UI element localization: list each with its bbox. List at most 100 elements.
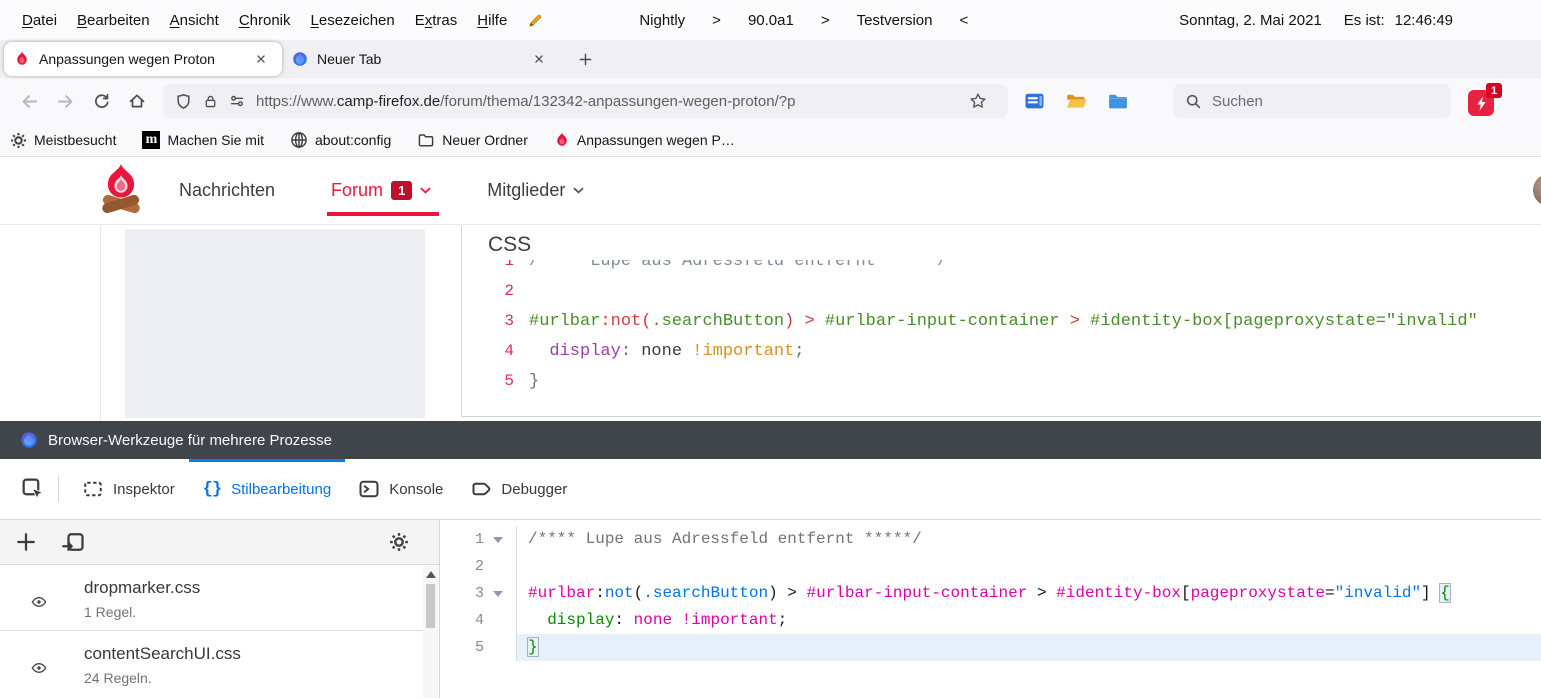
menubar-item-datei[interactable]: Datei (12, 8, 67, 33)
line-number: 1 (440, 526, 484, 553)
tab-close-icon[interactable] (250, 48, 272, 70)
stylesheet-list: dropmarker.css1 Regel.contentSearchUI.cs… (0, 565, 439, 696)
menubar-clock: Sonntag, 2. Mai 2021 Es ist: 12:46:49 (1179, 12, 1453, 29)
chevron-down-icon (573, 187, 584, 195)
menubar-status-item[interactable]: Testversion (857, 12, 933, 29)
time-text: 12:46:49 (1395, 12, 1453, 29)
downloads-bolt-button[interactable]: 1 (1468, 87, 1496, 115)
campfire-logo[interactable] (95, 163, 147, 221)
line-number: 3 (440, 580, 484, 607)
menubar-status-item[interactable]: > (712, 12, 721, 29)
devtools-tab-debugger[interactable]: Debugger (457, 459, 581, 519)
back-button[interactable] (12, 85, 46, 117)
forum-nav-forum[interactable]: Forum1 (331, 157, 431, 225)
url-text[interactable]: https://www.camp-firefox.de/forum/thema/… (256, 93, 963, 110)
forum-nav-mitglieder[interactable]: Mitglieder (487, 157, 584, 225)
tab-close-icon[interactable] (528, 48, 550, 70)
line-number: 3 (488, 306, 514, 336)
bookmark-label: Machen Sie mit (167, 132, 263, 148)
line-number: 5 (440, 634, 484, 661)
menubar-item-lesezeichen[interactable]: Lesezeichen (301, 8, 405, 33)
avatar[interactable] (1533, 174, 1541, 206)
options-gear-icon[interactable] (389, 532, 409, 552)
flame-icon (554, 132, 570, 148)
nav-label: Mitglieder (487, 180, 565, 201)
css-code-block: CSS 1/**** Lupe aus Adressfeld entfernt … (461, 226, 1541, 417)
forum-nav-nachrichten[interactable]: Nachrichten (179, 157, 275, 225)
devtools-tab-stilbearbeitung[interactable]: {}Stilbearbeitung (189, 459, 345, 519)
menubar-status-item[interactable]: > (821, 12, 830, 29)
menubar-item-hilfe[interactable]: Hilfe (467, 8, 517, 33)
stylesheet-rule-count: 24 Regeln. (84, 670, 241, 686)
menubar-item-bearbeiten[interactable]: Bearbeiten (67, 8, 160, 33)
menubar-status-item[interactable]: < (959, 12, 968, 29)
menubar-item-extras[interactable]: Extras (405, 8, 468, 33)
menubar-status-item[interactable]: 90.0a1 (748, 12, 794, 29)
visibility-eye-icon[interactable] (26, 650, 52, 686)
browser-tab-neuer-tab[interactable]: Neuer Tab (282, 42, 560, 76)
devtools-title-bar[interactable]: Browser-Werkzeuge für mehrere Prozesse (0, 421, 1541, 459)
reload-button[interactable] (84, 85, 118, 117)
bookmark-item-neuer-ordner[interactable]: Neuer Ordner (417, 132, 528, 149)
tracking-protection-shield-icon[interactable] (175, 93, 192, 110)
lock-icon[interactable] (203, 94, 218, 109)
page-content: Nachrichten Forum1 Mitglieder CSS 1/**** L… (0, 157, 1541, 421)
bookmark-star-icon[interactable] (969, 92, 987, 110)
stylesheet-item-contentsearchui-css[interactable]: contentSearchUI.css24 Regeln. (0, 631, 439, 696)
style-editor-code[interactable]: 1/**** Lupe aus Adressfeld entfernt ****… (440, 520, 1541, 698)
search-bar[interactable] (1173, 84, 1451, 118)
braces-icon: {} (203, 480, 221, 499)
code-line: 1/**** Lupe aus Adressfeld entfernt ****… (488, 260, 1541, 276)
menu-items: DateiBearbeitenAnsichtChronikLesezeichen… (12, 8, 517, 33)
bookmark-item-about-config[interactable]: about:config (290, 131, 391, 149)
browser-window: DateiBearbeitenAnsichtChronikLesezeichen… (0, 0, 1541, 698)
globe-icon (290, 131, 308, 149)
blue-folder-icon[interactable] (1107, 92, 1129, 111)
line-number: 1 (488, 260, 514, 276)
sidebar-toggle-icon[interactable] (1024, 92, 1045, 110)
devtools-tab-konsole[interactable]: Konsole (345, 459, 457, 519)
line-number: 4 (440, 607, 484, 634)
new-tab-button[interactable] (570, 44, 600, 74)
new-stylesheet-button[interactable] (16, 532, 36, 552)
stylesheet-sidebar: dropmarker.css1 Regel.contentSearchUI.cs… (0, 520, 440, 698)
devtools-tab-inspektor[interactable]: Inspektor (69, 459, 189, 519)
permissions-icon[interactable] (229, 93, 245, 109)
bookmark-item-machen-sie-mit[interactable]: mMachen Sie mit (142, 131, 263, 149)
date-text: Sonntag, 2. Mai 2021 (1179, 12, 1322, 29)
active-nav-underline (327, 212, 439, 216)
forward-button[interactable] (48, 85, 82, 117)
sidebar-scrollbar[interactable] (423, 566, 438, 698)
devtools-tab-bar: Inspektor {}StilbearbeitungKonsoleDebugge… (0, 459, 1541, 520)
line-number: 4 (488, 336, 514, 366)
bookmark-label: about:config (315, 132, 391, 148)
menubar-status-item[interactable]: Nightly (639, 12, 685, 29)
navigation-toolbar: https://www.camp-firefox.de/forum/thema/… (0, 78, 1541, 124)
line-number: 5 (488, 366, 514, 396)
browser-tab-anpassungen-wegen-proton[interactable]: Anpassungen wegen Proton (4, 42, 282, 76)
visibility-eye-icon[interactable] (26, 584, 52, 620)
devtools-tab-label: Inspektor (113, 481, 175, 498)
menubar-item-chronik[interactable]: Chronik (229, 8, 301, 33)
editor-gutter: 2 (440, 553, 517, 580)
gear-icon (10, 132, 27, 149)
fold-arrow-icon[interactable] (493, 591, 503, 597)
url-bar[interactable]: https://www.camp-firefox.de/forum/thema/… (163, 84, 1008, 118)
bookmark-item-meistbesucht[interactable]: Meistbesucht (10, 132, 116, 149)
tabs: Anpassungen wegen ProtonNeuer Tab (4, 42, 560, 78)
toolbar-icons (1024, 92, 1129, 111)
form-fill-pencil-icon[interactable] (527, 12, 543, 28)
import-stylesheet-button[interactable] (62, 532, 85, 552)
time-label: Es ist: (1344, 12, 1385, 29)
scrollbar-thumb[interactable] (426, 584, 435, 628)
node-picker-button[interactable] (16, 472, 50, 506)
home-button[interactable] (120, 85, 154, 117)
fold-arrow-icon[interactable] (493, 537, 503, 543)
menubar-item-ansicht[interactable]: Ansicht (160, 8, 229, 33)
bookmark-item-anpassungen-wegen-p[interactable]: Anpassungen wegen P… (554, 132, 735, 148)
open-folder-icon[interactable] (1065, 92, 1087, 111)
search-input[interactable] (1212, 93, 1412, 110)
scroll-up-arrow[interactable] (426, 571, 436, 578)
devtools-title: Browser-Werkzeuge für mehrere Prozesse (48, 432, 332, 449)
stylesheet-item-dropmarker-css[interactable]: dropmarker.css1 Regel. (0, 565, 439, 631)
